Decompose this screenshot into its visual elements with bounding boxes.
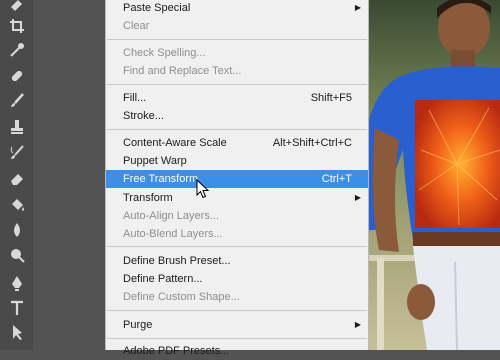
eraser-tool-icon[interactable]: [0, 166, 33, 190]
menu-item-auto-blend-layers[interactable]: Auto-Blend Layers...: [106, 225, 368, 243]
history-brush-icon[interactable]: [0, 141, 33, 165]
menu-separator: [107, 310, 367, 311]
menu-item-puppet-warp[interactable]: Puppet Warp: [106, 152, 368, 170]
submenu-arrow-icon: ▶: [354, 320, 361, 329]
type-icon[interactable]: [0, 296, 33, 320]
menu-item-define-pattern[interactable]: Define Pattern...: [106, 270, 368, 288]
healing-brush-icon[interactable]: [0, 64, 33, 88]
submenu-arrow-icon: ▶: [354, 193, 361, 202]
blur-icon[interactable]: [0, 218, 33, 242]
menu-item-paste-special[interactable]: Paste Special ▶: [106, 0, 368, 17]
menu-item-adobe-pdf-presets[interactable]: Adobe PDF Presets...: [106, 342, 368, 360]
pen-icon[interactable]: [0, 271, 33, 295]
document-canvas[interactable]: [369, 0, 500, 350]
brush-icon[interactable]: [0, 89, 33, 113]
tools-panel: [0, 0, 33, 350]
paint-bucket-icon[interactable]: [0, 193, 33, 217]
menu-item-clear[interactable]: Clear: [106, 17, 368, 35]
menu-item-define-custom-shape[interactable]: Define Custom Shape...: [106, 288, 368, 306]
menu-item-check-spelling[interactable]: Check Spelling...: [106, 44, 368, 62]
eyedropper-icon[interactable]: [0, 38, 33, 62]
menu-item-purge[interactable]: Purge ▶: [106, 316, 368, 334]
menu-item-free-transform[interactable]: Free Transform Ctrl+T: [106, 170, 368, 188]
clone-stamp-icon[interactable]: [0, 115, 33, 139]
menu-separator: [107, 338, 367, 339]
path-selection-icon[interactable]: [0, 320, 33, 344]
menu-separator: [107, 39, 367, 40]
menu-item-stroke[interactable]: Stroke...: [106, 107, 368, 125]
menu-item-auto-align-layers[interactable]: Auto-Align Layers...: [106, 207, 368, 225]
dodge-icon[interactable]: [0, 244, 33, 268]
canvas-photo: [369, 0, 500, 350]
mouse-cursor-icon: [196, 179, 210, 199]
edit-menu: Paste Special ▶ Clear Check Spelling... …: [105, 0, 369, 357]
menu-item-transform[interactable]: Transform ▶: [106, 189, 368, 207]
workspace-background: [33, 0, 105, 350]
menu-item-define-brush-preset[interactable]: Define Brush Preset...: [106, 252, 368, 270]
menu-item-content-aware-scale[interactable]: Content-Aware Scale Alt+Shift+Ctrl+C: [106, 134, 368, 152]
menu-item-fill[interactable]: Fill... Shift+F5: [106, 89, 368, 107]
crop-icon[interactable]: [0, 14, 33, 38]
menu-separator: [107, 129, 367, 130]
menu-separator: [107, 84, 367, 85]
menu-item-find-replace[interactable]: Find and Replace Text...: [106, 62, 368, 80]
menu-separator: [107, 246, 367, 247]
submenu-arrow-icon: ▶: [354, 3, 361, 12]
